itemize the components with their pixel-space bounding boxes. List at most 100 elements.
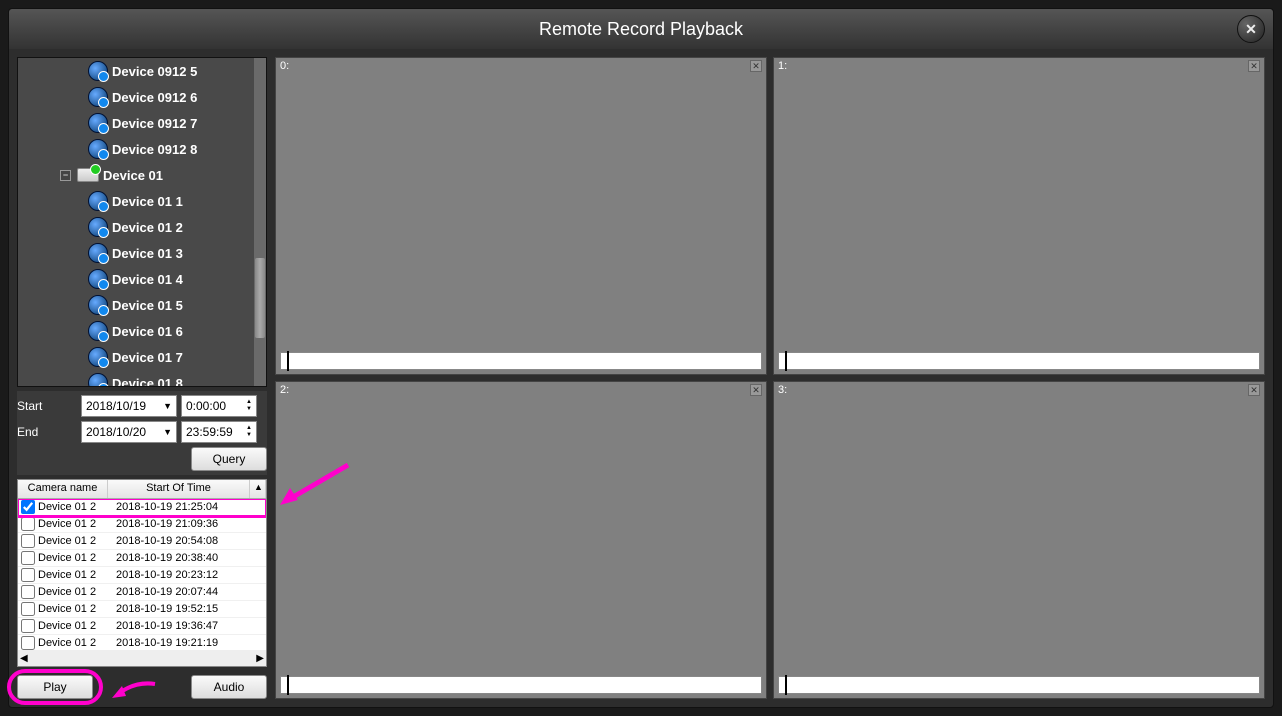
row-time: 2018-10-19 20:23:12 [106, 569, 266, 581]
row-checkbox[interactable] [21, 517, 35, 531]
col-camera-name[interactable]: Camera name [18, 480, 108, 498]
row-time: 2018-10-19 21:09:36 [106, 518, 266, 530]
tree-item[interactable]: Device 01 5 [18, 292, 266, 318]
timeline[interactable] [778, 352, 1260, 370]
row-checkbox[interactable] [21, 585, 35, 599]
close-button[interactable]: ✕ [1237, 15, 1265, 43]
scrollbar-thumb[interactable] [255, 258, 265, 338]
table-row[interactable]: Device 01 22018-10-19 21:25:04 [18, 499, 266, 516]
cell-close-icon[interactable]: ✕ [1248, 60, 1260, 72]
tree-item[interactable]: Device 01 6 [18, 318, 266, 344]
query-button[interactable]: Query [191, 447, 267, 471]
tree-scrollbar[interactable] [254, 58, 266, 386]
row-camera: Device 01 2 [38, 637, 106, 649]
end-date-input[interactable]: 2018/10/20 ▼ [81, 421, 177, 443]
chevron-down-icon: ▼ [163, 401, 172, 411]
camera-icon [88, 347, 108, 367]
row-checkbox[interactable] [21, 551, 35, 565]
start-row: Start 2018/10/19 ▼ 0:00:00 ▲▼ [17, 395, 267, 417]
camera-icon [88, 321, 108, 341]
cell-label: 3: [778, 384, 787, 396]
row-checkbox[interactable] [21, 636, 35, 650]
tree-item[interactable]: Device 01 2 [18, 214, 266, 240]
spinner-icon: ▲▼ [246, 399, 252, 413]
timeline-cursor[interactable] [785, 675, 787, 695]
chevron-down-icon: ▼ [163, 427, 172, 437]
scroll-right-icon[interactable]: ▶ [256, 653, 264, 664]
left-panel: Device 0912 5Device 0912 6Device 0912 7D… [17, 57, 267, 699]
query-row: Query [17, 447, 267, 471]
table-row[interactable]: Device 01 22018-10-19 19:52:15 [18, 601, 266, 618]
timeline-cursor[interactable] [287, 675, 289, 695]
timeline-cursor[interactable] [785, 351, 787, 371]
cell-close-icon[interactable]: ✕ [750, 384, 762, 396]
device-tree[interactable]: Device 0912 5Device 0912 6Device 0912 7D… [17, 57, 267, 387]
video-cell-2[interactable]: 2:✕ [275, 381, 767, 699]
row-time: 2018-10-19 19:21:19 [106, 637, 266, 649]
table-row[interactable]: Device 01 22018-10-19 19:36:47 [18, 618, 266, 635]
table-row[interactable]: Device 01 22018-10-19 20:38:40 [18, 550, 266, 567]
row-camera: Device 01 2 [38, 518, 106, 530]
camera-icon [88, 269, 108, 289]
start-label: Start [17, 399, 77, 413]
video-grid: 0:✕ 1: ✕ 2:✕ 3: ✕ [275, 57, 1265, 699]
table-row[interactable]: Device 01 22018-10-19 20:54:08 [18, 533, 266, 550]
playback-window: Remote Record Playback ✕ Device 0912 5De… [8, 8, 1274, 708]
tree-item[interactable]: Device 01 8 [18, 370, 266, 386]
timeline[interactable] [280, 352, 762, 370]
video-area [774, 74, 1264, 348]
end-row: End 2018/10/20 ▼ 23:59:59 ▲▼ [17, 421, 267, 443]
results-hscroll[interactable]: ◀ ▶ [18, 650, 266, 666]
row-checkbox[interactable] [21, 534, 35, 548]
collapse-icon[interactable]: − [60, 170, 71, 181]
timeline[interactable] [778, 676, 1260, 694]
col-start-time[interactable]: Start Of Time [108, 480, 250, 498]
video-cell-3[interactable]: 3: ✕ [773, 381, 1265, 699]
timeline-cursor[interactable] [287, 351, 289, 371]
row-time: 2018-10-19 19:36:47 [106, 620, 266, 632]
video-cell-0[interactable]: 0:✕ [275, 57, 767, 375]
tree-item[interactable]: Device 01 1 [18, 188, 266, 214]
video-area [276, 74, 766, 348]
tree-item[interactable]: Device 01 3 [18, 240, 266, 266]
end-time-input[interactable]: 23:59:59 ▲▼ [181, 421, 257, 443]
scroll-left-icon[interactable]: ◀ [20, 653, 28, 664]
row-checkbox[interactable] [21, 568, 35, 582]
camera-icon [88, 87, 108, 107]
camera-icon [88, 243, 108, 263]
tree-item[interactable]: Device 01 7 [18, 344, 266, 370]
play-button[interactable]: Play [17, 675, 93, 699]
timeline[interactable] [280, 676, 762, 694]
camera-icon [88, 113, 108, 133]
tree-item[interactable]: Device 0912 8 [18, 136, 266, 162]
row-camera: Device 01 2 [38, 535, 106, 547]
table-row[interactable]: Device 01 22018-10-19 19:21:19 [18, 635, 266, 650]
tree-item[interactable]: Device 01 4 [18, 266, 266, 292]
video-cell-1[interactable]: 1: ✕ [773, 57, 1265, 375]
table-row[interactable]: Device 01 22018-10-19 20:07:44 [18, 584, 266, 601]
start-date-input[interactable]: 2018/10/19 ▼ [81, 395, 177, 417]
cell-label: 1: [778, 60, 787, 72]
cell-close-icon[interactable]: ✕ [1248, 384, 1260, 396]
start-time-input[interactable]: 0:00:00 ▲▼ [181, 395, 257, 417]
tree-item[interactable]: Device 0912 5 [18, 58, 266, 84]
row-camera: Device 01 2 [38, 586, 106, 598]
sort-icon[interactable]: ▲ [250, 480, 266, 498]
tree-item[interactable]: Device 0912 6 [18, 84, 266, 110]
tree-parent[interactable]: −Device 01 [18, 162, 266, 188]
cell-close-icon[interactable]: ✕ [750, 60, 762, 72]
table-row[interactable]: Device 01 22018-10-19 20:23:12 [18, 567, 266, 584]
camera-icon [88, 61, 108, 81]
row-checkbox[interactable] [21, 619, 35, 633]
video-area [774, 398, 1264, 672]
bottom-buttons: Play Audio [17, 675, 267, 699]
audio-button[interactable]: Audio [191, 675, 267, 699]
results-table: Camera name Start Of Time ▲ Device 01 22… [17, 479, 267, 667]
content: Device 0912 5Device 0912 6Device 0912 7D… [9, 49, 1273, 707]
row-checkbox[interactable] [21, 602, 35, 616]
tree-item[interactable]: Device 0912 7 [18, 110, 266, 136]
row-time: 2018-10-19 20:07:44 [106, 586, 266, 598]
row-checkbox[interactable] [21, 500, 35, 514]
table-row[interactable]: Device 01 22018-10-19 21:09:36 [18, 516, 266, 533]
results-header: Camera name Start Of Time ▲ [18, 480, 266, 499]
